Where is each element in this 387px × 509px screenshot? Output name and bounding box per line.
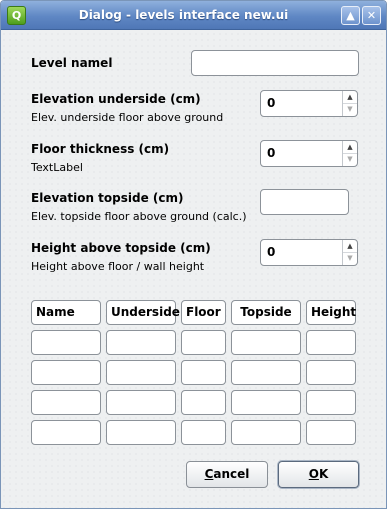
- table-cell-name[interactable]: [31, 390, 101, 415]
- elevation-topside-sublabel: Elev. topside floor above ground (calc.): [31, 210, 247, 223]
- spin-down-arrow-icon[interactable]: ▼: [343, 103, 357, 115]
- close-icon: ✕: [366, 9, 377, 22]
- spin-buttons: ▲ ▼: [342, 240, 357, 265]
- spin-buttons: ▲ ▼: [342, 141, 357, 166]
- height-above-topside-spinbox[interactable]: 0 ▲ ▼: [260, 239, 358, 266]
- window-title: Dialog - levels interface new.ui: [78, 8, 289, 22]
- table-cell-floor[interactable]: [181, 420, 226, 445]
- table-cell-height[interactable]: [306, 330, 356, 355]
- table-cell-underside[interactable]: [106, 360, 176, 385]
- table-cell-topside[interactable]: [231, 330, 301, 355]
- elevation-underside-sublabel: Elev. underside floor above ground: [31, 111, 224, 124]
- floor-thickness-label: Floor thickness (cm): [31, 142, 170, 156]
- table-cell-topside[interactable]: [231, 360, 301, 385]
- table-cell-floor[interactable]: [181, 360, 226, 385]
- ok-button[interactable]: OK: [278, 461, 359, 488]
- close-button[interactable]: ✕: [362, 6, 381, 25]
- table-header-topside: Topside: [231, 300, 301, 325]
- table-cell-height[interactable]: [306, 390, 356, 415]
- height-above-topside-sublabel: Height above floor / wall height: [31, 260, 205, 273]
- dialog-window: Q Dialog - levels interface new.ui ▲ ✕ L…: [0, 0, 387, 509]
- minimize-button[interactable]: ▲: [341, 6, 360, 25]
- table-cell-name[interactable]: [31, 330, 101, 355]
- table-cell-height[interactable]: [306, 360, 356, 385]
- table-cell-topside[interactable]: [231, 420, 301, 445]
- table-cell-height[interactable]: [306, 420, 356, 445]
- table-cell-name[interactable]: [31, 360, 101, 385]
- table-cell-name[interactable]: [31, 420, 101, 445]
- elevation-underside-spinbox[interactable]: 0 ▲ ▼: [260, 90, 358, 117]
- table-cell-floor[interactable]: [181, 330, 226, 355]
- table-header-height: Height: [306, 300, 356, 325]
- elevation-topside-label: Elevation topside (cm): [31, 191, 184, 205]
- table-header-floor: Floor: [181, 300, 226, 325]
- chevron-up-icon: ▲: [346, 9, 355, 22]
- table-cell-underside[interactable]: [106, 330, 176, 355]
- level-name-input[interactable]: [191, 50, 359, 76]
- height-above-topside-label: Height above topside (cm): [31, 241, 211, 255]
- level-name-label: Level namel: [31, 56, 113, 70]
- title-bar[interactable]: Q Dialog - levels interface new.ui ▲ ✕: [1, 1, 386, 30]
- floor-thickness-sublabel: TextLabel: [31, 161, 83, 174]
- table-cell-topside[interactable]: [231, 390, 301, 415]
- table-header-underside: Underside: [106, 300, 180, 325]
- table-cell-floor[interactable]: [181, 390, 226, 415]
- height-above-topside-value: 0: [267, 245, 276, 259]
- spin-down-arrow-icon[interactable]: ▼: [343, 252, 357, 264]
- cancel-button[interactable]: Cancel: [186, 461, 268, 488]
- elevation-topside-output[interactable]: [260, 189, 349, 215]
- spin-buttons: ▲ ▼: [342, 91, 357, 116]
- table-header-name: Name: [31, 300, 101, 325]
- elevation-underside-value: 0: [267, 96, 276, 110]
- table-cell-underside[interactable]: [106, 390, 176, 415]
- qt-logo-icon: Q: [7, 6, 26, 25]
- spin-down-arrow-icon[interactable]: ▼: [343, 153, 357, 165]
- floor-thickness-value: 0: [267, 146, 276, 160]
- floor-thickness-spinbox[interactable]: 0 ▲ ▼: [260, 140, 358, 167]
- table-cell-underside[interactable]: [106, 420, 176, 445]
- elevation-underside-label: Elevation underside (cm): [31, 92, 201, 106]
